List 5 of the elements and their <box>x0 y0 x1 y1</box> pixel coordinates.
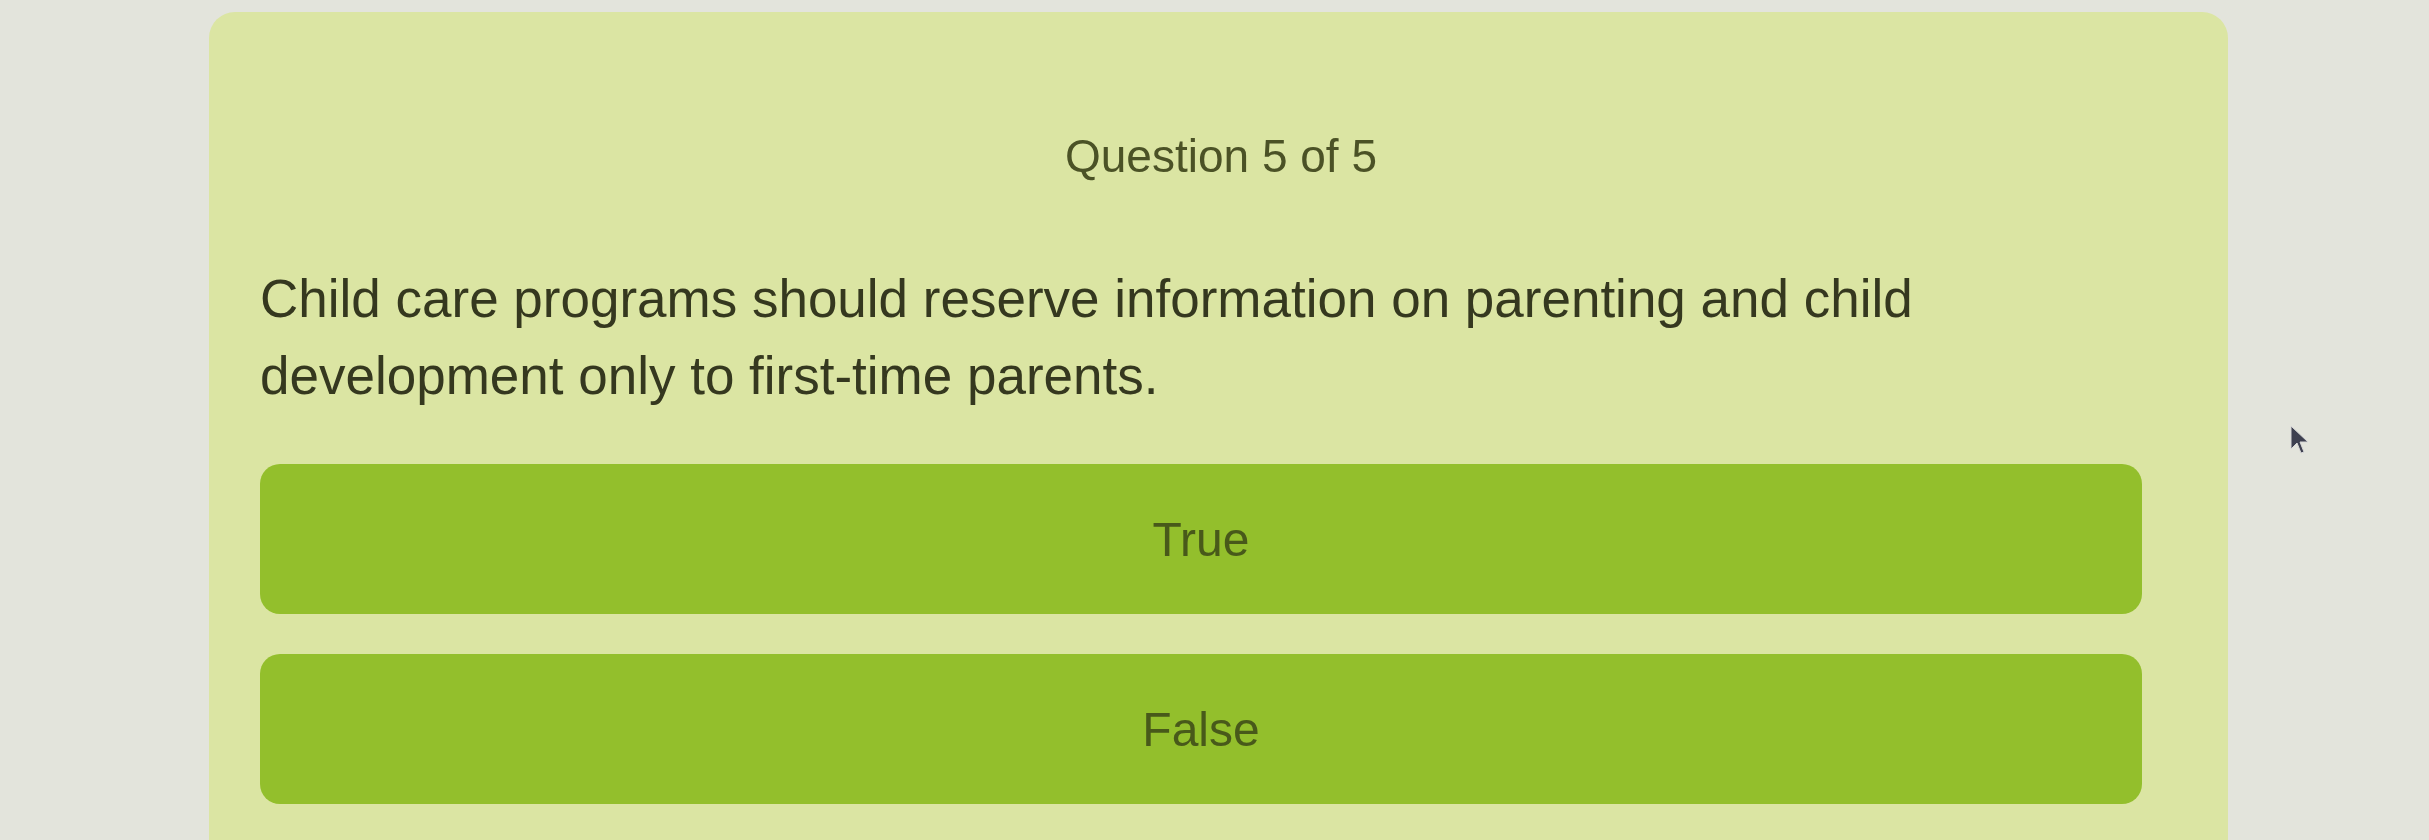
answer-option-button[interactable]: True <box>260 464 2142 614</box>
question-number-heading: Question 5 of 5 <box>1065 130 1377 182</box>
question-text: Child care programs should reserve information on parenting and child development only to first-time parents. <box>260 268 1914 407</box>
mouse-cursor-icon <box>2290 425 2310 455</box>
answer-option-button[interactable]: False <box>260 654 2142 804</box>
